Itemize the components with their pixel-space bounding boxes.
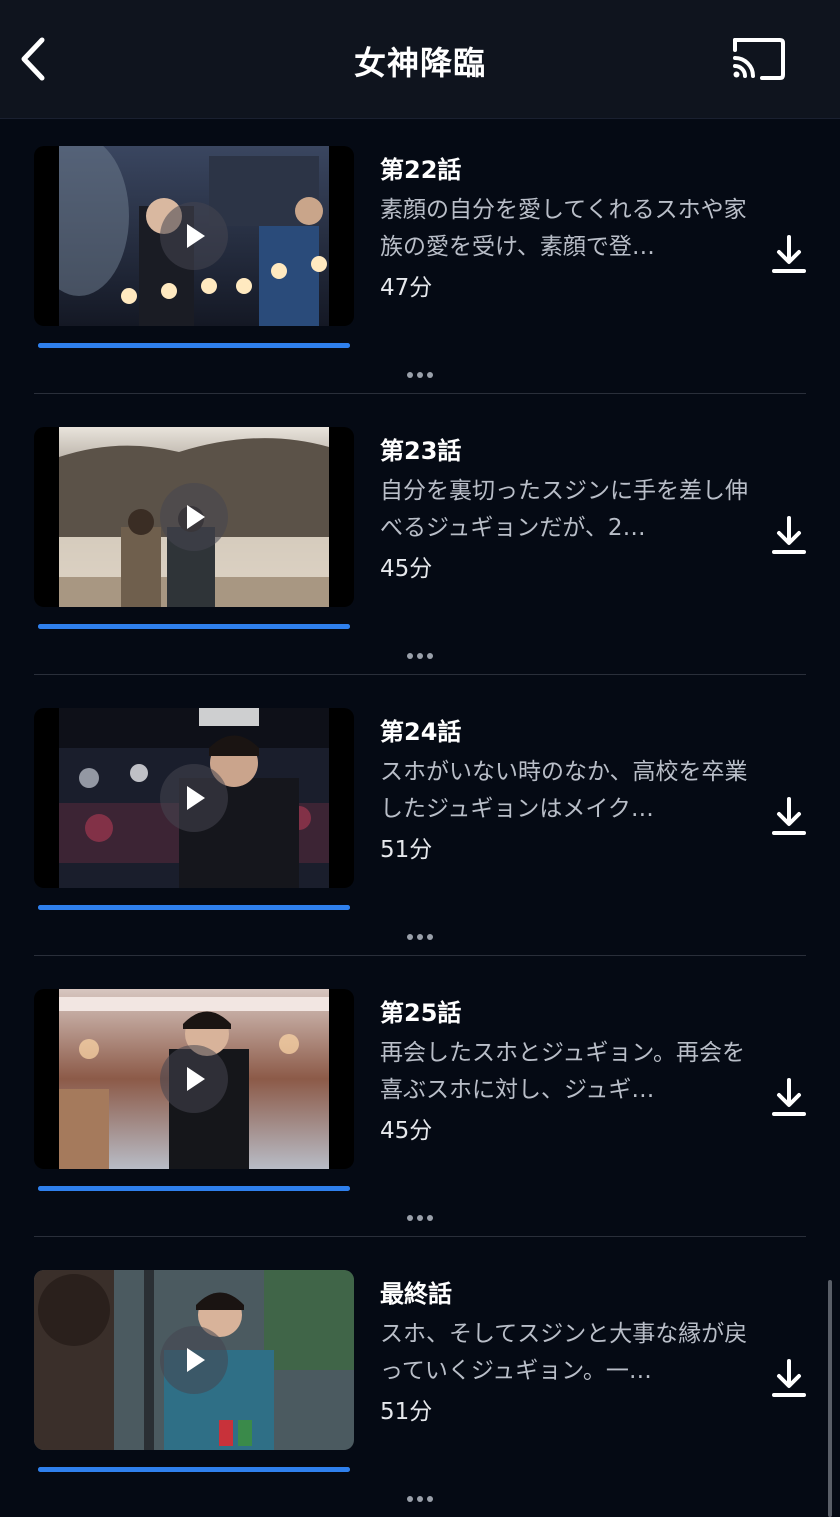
- play-button[interactable]: [160, 1045, 228, 1113]
- episode-description: スホ、そしてスジンと大事な縁が戻っていくジュギョン。一…: [380, 1321, 748, 1384]
- episode-duration: 51分: [380, 837, 433, 863]
- download-icon: [772, 1359, 806, 1397]
- play-button[interactable]: [160, 202, 228, 270]
- download-icon: [772, 235, 806, 273]
- more-dot-icon: [407, 1496, 413, 1502]
- more-dot-icon: [427, 653, 433, 659]
- episode-thumbnail[interactable]: [34, 1270, 354, 1450]
- cast-button[interactable]: [730, 36, 786, 82]
- divider: [34, 955, 806, 956]
- play-button[interactable]: [160, 764, 228, 832]
- episode-duration: 45分: [380, 556, 433, 582]
- more-dot-icon: [427, 934, 433, 940]
- divider: [34, 393, 806, 394]
- play-icon: [187, 505, 205, 529]
- download-button[interactable]: [770, 233, 808, 277]
- download-icon: [772, 1078, 806, 1116]
- watch-progress-fill: [38, 905, 350, 910]
- page-title: 女神降臨: [353, 44, 486, 82]
- episode-title: 第23話: [380, 437, 462, 465]
- watch-progress-bar: [38, 905, 350, 910]
- episode-item: 第22話 素顔の自分を愛してくれるスホや家族の愛を受け、素顔で登… 47分: [0, 118, 840, 399]
- download-icon: [772, 797, 806, 835]
- more-options-button[interactable]: [398, 647, 442, 665]
- more-dot-icon: [407, 372, 413, 378]
- more-dot-icon: [417, 372, 423, 378]
- more-options-button[interactable]: [398, 1490, 442, 1508]
- episode-title: 第25話: [380, 999, 462, 1027]
- download-button[interactable]: [770, 1076, 808, 1120]
- top-bar: 女神降臨: [0, 0, 840, 119]
- download-button[interactable]: [770, 795, 808, 839]
- watch-progress-fill: [38, 343, 350, 348]
- more-dot-icon: [417, 1215, 423, 1221]
- more-dot-icon: [427, 372, 433, 378]
- divider: [34, 1236, 806, 1237]
- episode-duration: 47分: [380, 275, 433, 301]
- more-options-button[interactable]: [398, 1209, 442, 1227]
- episode-item: 第23話 自分を裏切ったスジンに手を差し伸べるジュギョンだが、2… 45分: [0, 399, 840, 680]
- more-dot-icon: [417, 1496, 423, 1502]
- scrollbar[interactable]: [828, 1280, 832, 1517]
- more-dot-icon: [407, 1215, 413, 1221]
- episode-thumbnail[interactable]: [34, 989, 354, 1169]
- episode-duration: 45分: [380, 1118, 433, 1144]
- more-dot-icon: [407, 653, 413, 659]
- episode-item: 第25話 再会したスホとジュギョン。再会を喜ぶスホに対し、ジュギ… 45分: [0, 961, 840, 1242]
- cast-icon: [733, 38, 785, 80]
- episode-thumbnail[interactable]: [34, 708, 354, 888]
- play-button[interactable]: [160, 483, 228, 551]
- download-button[interactable]: [770, 1357, 808, 1401]
- episode-description: 自分を裏切ったスジンに手を差し伸べるジュギョンだが、2…: [380, 478, 748, 541]
- download-icon: [772, 516, 806, 554]
- episode-thumbnail[interactable]: [34, 146, 354, 326]
- watch-progress-bar: [38, 343, 350, 348]
- episode-thumbnail[interactable]: [34, 427, 354, 607]
- more-dot-icon: [417, 934, 423, 940]
- play-icon: [187, 1348, 205, 1372]
- watch-progress-fill: [38, 624, 350, 629]
- episode-title: 最終話: [380, 1280, 452, 1308]
- episode-description: スホがいない時のなか、高校を卒業したジュギョンはメイク…: [380, 759, 748, 822]
- episode-title: 第22話: [380, 156, 462, 184]
- download-button[interactable]: [770, 514, 808, 558]
- more-options-button[interactable]: [398, 928, 442, 946]
- watch-progress-fill: [38, 1186, 350, 1191]
- watch-progress-fill: [38, 1467, 350, 1472]
- watch-progress-bar: [38, 1467, 350, 1472]
- episode-title: 第24話: [380, 718, 462, 746]
- episode-item: 第24話 スホがいない時のなか、高校を卒業したジュギョンはメイク… 51分: [0, 680, 840, 961]
- app-root: 女神降臨 第22話 素顔の自分を愛してくれるスホや家族の愛を受け、素顔で登… 4…: [0, 0, 840, 1517]
- more-dot-icon: [427, 1496, 433, 1502]
- episode-description: 素顔の自分を愛してくれるスホや家族の愛を受け、素顔で登…: [380, 197, 747, 260]
- watch-progress-bar: [38, 624, 350, 629]
- play-icon: [187, 786, 205, 810]
- more-dot-icon: [417, 653, 423, 659]
- more-dot-icon: [407, 934, 413, 940]
- episode-item: 最終話 スホ、そしてスジンと大事な縁が戻っていくジュギョン。一… 51分: [0, 1242, 840, 1517]
- more-dot-icon: [427, 1215, 433, 1221]
- more-options-button[interactable]: [398, 366, 442, 384]
- play-icon: [187, 1067, 205, 1091]
- play-button[interactable]: [160, 1326, 228, 1394]
- episode-list: 第22話 素顔の自分を愛してくれるスホや家族の愛を受け、素顔で登… 47分 第2…: [0, 118, 840, 1517]
- divider: [34, 674, 806, 675]
- play-icon: [187, 224, 205, 248]
- episode-description: 再会したスホとジュギョン。再会を喜ぶスホに対し、ジュギ…: [380, 1040, 746, 1103]
- watch-progress-bar: [38, 1186, 350, 1191]
- episode-duration: 51分: [380, 1399, 433, 1425]
